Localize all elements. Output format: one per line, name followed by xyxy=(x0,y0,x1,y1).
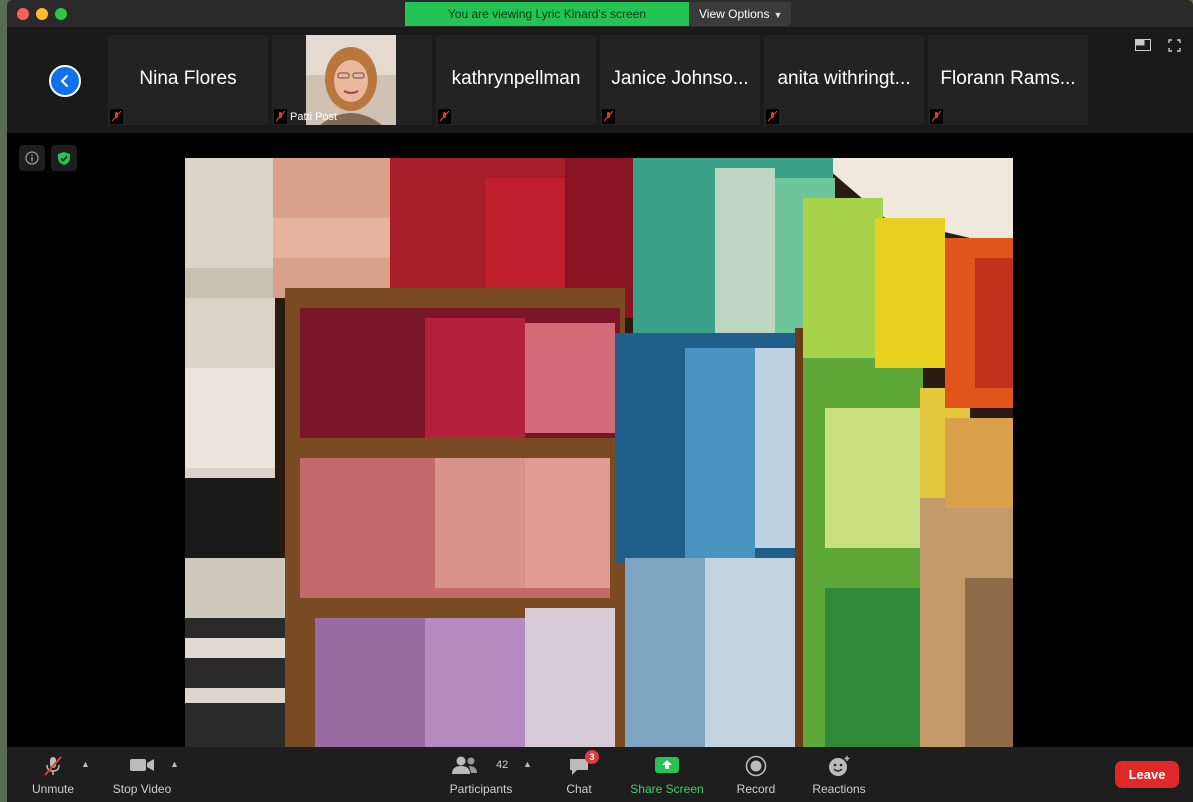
mic-muted-icon xyxy=(602,109,615,124)
back-icon xyxy=(60,75,68,87)
participant-name: anita withringt... xyxy=(777,68,911,89)
back-button[interactable] xyxy=(49,65,81,97)
participant-tile-anita-withrington[interactable]: anita withringt... xyxy=(764,35,924,125)
participant-tile-nina-flores[interactable]: Nina Flores xyxy=(108,35,268,125)
minimize-window-button[interactable] xyxy=(36,8,48,20)
fullscreen-icon[interactable] xyxy=(1168,39,1181,52)
participant-name: Janice Johnso... xyxy=(611,68,749,89)
participant-name: Florann Rams... xyxy=(940,68,1076,89)
close-window-button[interactable] xyxy=(17,8,29,20)
view-options-label: View Options xyxy=(699,7,770,21)
mic-muted-icon xyxy=(766,109,779,124)
fabric-shelves-image xyxy=(185,158,1013,747)
participants-label: Participants xyxy=(449,782,513,796)
chat-unread-badge: 3 xyxy=(585,750,599,764)
record-button[interactable]: Record xyxy=(731,755,781,797)
unmute-button[interactable]: Unmute xyxy=(27,755,79,797)
chevron-up-icon[interactable]: ▲ xyxy=(523,759,532,769)
mic-muted-icon xyxy=(930,109,943,124)
reactions-button[interactable]: Reactions xyxy=(807,755,871,797)
view-layout-icon[interactable] xyxy=(1135,39,1151,51)
participant-name: Nina Flores xyxy=(139,68,237,89)
reactions-icon xyxy=(829,756,850,776)
share-screen-button[interactable]: Share Screen xyxy=(625,755,709,797)
participant-count: 42 xyxy=(496,759,509,771)
shared-screen-area xyxy=(7,133,1193,747)
participant-tile-florann-ramsey[interactable]: Florann Rams... xyxy=(928,35,1088,125)
chevron-up-icon[interactable]: ▲ xyxy=(81,759,90,769)
stop-video-button[interactable]: Stop Video xyxy=(107,755,177,797)
share-screen-label: Share Screen xyxy=(630,782,704,796)
leave-meeting-button[interactable]: Leave xyxy=(1115,761,1179,788)
screen-share-banner: You are viewing Lyric Kinard's screen xyxy=(405,2,689,26)
participant-tile-kathrynpellman[interactable]: kathrynpellman xyxy=(436,35,596,125)
chevron-down-icon: ▼ xyxy=(773,10,783,20)
mic-muted-icon xyxy=(110,109,123,124)
shield-icon[interactable] xyxy=(51,145,77,171)
stop-video-label: Stop Video xyxy=(112,782,172,796)
record-label: Record xyxy=(736,782,776,796)
microphone-icon xyxy=(44,756,62,776)
unmute-label: Unmute xyxy=(31,782,75,796)
zoom-window: You are viewing Lyric Kinard's screen Vi… xyxy=(7,0,1193,802)
chat-label: Chat xyxy=(566,782,592,796)
chevron-up-icon[interactable]: ▲ xyxy=(170,759,179,769)
reactions-label: Reactions xyxy=(812,782,866,796)
participant-name: Patti Post xyxy=(290,111,338,123)
video-camera-icon xyxy=(130,759,154,771)
record-icon xyxy=(745,755,767,777)
mic-muted-icon xyxy=(274,109,287,124)
participant-tile-janice-johnson[interactable]: Janice Johnso... xyxy=(600,35,760,125)
share-screen-icon xyxy=(655,757,679,773)
mic-muted-icon xyxy=(438,109,451,124)
view-options-dropdown[interactable]: View Options ▼ xyxy=(689,2,791,26)
info-icon[interactable] xyxy=(19,145,45,171)
title-bar: You are viewing Lyric Kinard's screen Vi… xyxy=(7,0,1193,27)
participant-name: kathrynpellman xyxy=(451,68,581,89)
participant-tile-patti-post[interactable]: Patti Post xyxy=(272,35,432,125)
participant-filmstrip: Nina Flores Patti Post kathrynpellman Ja… xyxy=(7,27,1193,133)
meeting-toolbar: Unmute ▲ Stop Video ▲ Participants 42 ▲ xyxy=(7,747,1193,802)
participants-icon xyxy=(452,756,477,774)
maximize-window-button[interactable] xyxy=(55,8,67,20)
